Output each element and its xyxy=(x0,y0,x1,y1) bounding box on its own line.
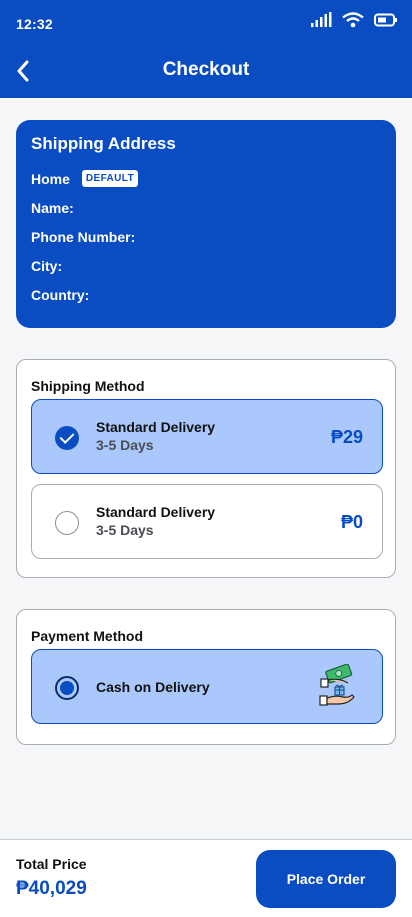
shipping-option-name: Standard Delivery xyxy=(96,419,216,435)
checkout-screen: 12:32 Checkout Shipping Address Home DEF… xyxy=(0,0,412,917)
shipping-method-title: Shipping Method xyxy=(31,378,145,394)
shipping-address-title: Shipping Address xyxy=(31,134,176,153)
shipping-method-section: Shipping Method Standard Delivery 3-5 Da… xyxy=(16,359,396,578)
address-country-field: Country: xyxy=(31,286,90,303)
total-price-value: ₱40,029 xyxy=(16,878,87,899)
address-label: Home xyxy=(31,170,70,187)
shipping-option-days: 3-5 Days xyxy=(96,437,154,453)
status-time: 12:32 xyxy=(16,16,53,32)
payment-option-cod[interactable]: Cash on Delivery xyxy=(31,649,383,724)
payment-method-section: Payment Method Cash on Delivery xyxy=(16,609,396,745)
shipping-address-card[interactable]: Shipping Address Home DEFAULT Name: Phon… xyxy=(16,120,396,328)
address-phone-field: Phone Number: xyxy=(31,228,136,245)
address-label-row: Home DEFAULT xyxy=(31,164,381,193)
payment-option-name: Cash on Delivery xyxy=(96,679,210,695)
status-icons xyxy=(310,12,398,28)
shipping-option-price: ₱29 xyxy=(330,427,363,447)
shipping-option-standard-free[interactable]: Standard Delivery 3-5 Days ₱0 xyxy=(31,484,383,559)
selected-radio-icon xyxy=(55,676,79,700)
unchecked-radio-icon xyxy=(55,511,79,535)
cash-on-delivery-icon xyxy=(319,664,355,706)
shipping-option-standard-paid[interactable]: Standard Delivery 3-5 Days ₱29 xyxy=(31,399,383,474)
checkout-footer: Total Price ₱40,029 Place Order xyxy=(0,839,412,917)
wifi-icon xyxy=(342,12,364,28)
address-name-field: Name: xyxy=(31,199,74,216)
default-badge: DEFAULT xyxy=(81,170,139,187)
shipping-option-price: ₱0 xyxy=(340,512,363,532)
shipping-option-days: 3-5 Days xyxy=(96,522,154,538)
signal-icon xyxy=(311,12,332,27)
battery-icon xyxy=(374,13,397,27)
shipping-option-name: Standard Delivery xyxy=(96,504,216,520)
place-order-button[interactable]: Place Order xyxy=(256,850,396,908)
app-header: 12:32 Checkout xyxy=(0,0,412,98)
address-city-field: City: xyxy=(31,257,63,274)
checked-radio-icon xyxy=(55,426,79,450)
payment-method-title: Payment Method xyxy=(31,628,144,644)
page-title: Checkout xyxy=(162,59,250,80)
total-price-label: Total Price xyxy=(16,856,87,872)
